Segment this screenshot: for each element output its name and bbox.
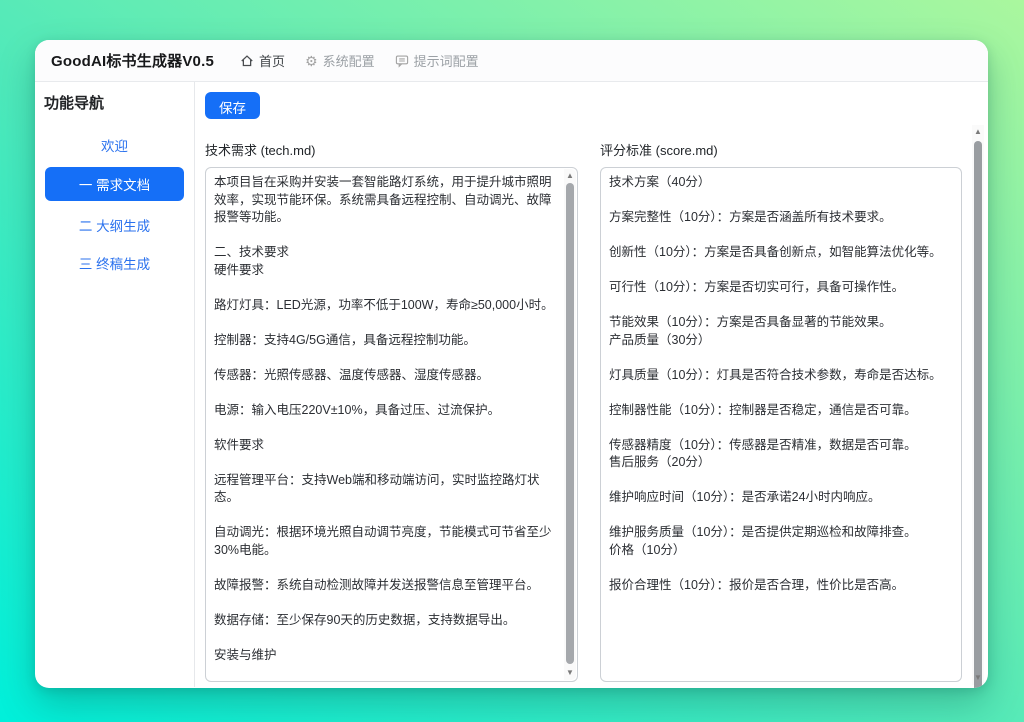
sidebar-item-outline[interactable]: 二 大纲生成: [35, 213, 194, 237]
score-column: 评分标准 (score.md) 技术方案（40分） 方案完整性（10分）：方案是…: [600, 140, 962, 682]
scroll-up-icon[interactable]: ▲: [564, 169, 576, 183]
app-window: GoodAI标书生成器V0.5 首页 ⚙ 系统配置 提示词配置 功能导航 欢迎 …: [35, 40, 988, 688]
scroll-down-icon[interactable]: ▼: [564, 666, 576, 680]
scrollbar-thumb[interactable]: [566, 183, 574, 664]
nav-home-label: 首页: [259, 54, 286, 69]
nav-prompt-config-label: 提示词配置: [413, 54, 479, 69]
tech-editor-label: 技术需求 (tech.md): [205, 143, 316, 158]
prompt-icon: [395, 54, 409, 68]
nav-home[interactable]: 首页: [240, 51, 285, 70]
nav-prompt-config[interactable]: 提示词配置: [395, 51, 479, 70]
app-title: GoodAI标书生成器V0.5: [51, 53, 215, 70]
scroll-down-icon[interactable]: ▼: [972, 671, 984, 685]
scroll-up-icon[interactable]: ▲: [972, 125, 984, 139]
sidebar-item-welcome[interactable]: 欢迎: [35, 133, 194, 157]
top-nav: 首页 ⚙ 系统配置 提示词配置: [240, 51, 479, 70]
tech-textarea[interactable]: 本项目旨在采购并安装一套智能路灯系统，用于提升城市照明效率，实现节能环保。系统需…: [205, 167, 578, 682]
score-textarea[interactable]: 技术方案（40分） 方案完整性（10分）：方案是否涵盖所有技术要求。 创新性（1…: [600, 167, 962, 682]
tech-textarea-scrollbar[interactable]: ▲ ▼: [564, 169, 576, 680]
nav-system-config-label: 系统配置: [322, 54, 375, 69]
sidebar: 功能导航 欢迎 一 需求文档 二 大纲生成 三 终稿生成: [35, 82, 195, 687]
nav-system-config[interactable]: ⚙ 系统配置: [305, 51, 375, 70]
score-textarea-text: 技术方案（40分） 方案完整性（10分）：方案是否涵盖所有技术要求。 创新性（1…: [609, 175, 942, 592]
sidebar-item-requirements[interactable]: 一 需求文档: [45, 167, 184, 201]
score-editor-label: 评分标准 (score.md): [600, 143, 718, 158]
sidebar-nav: 欢迎 一 需求文档 二 大纲生成 三 终稿生成: [35, 133, 194, 275]
app-header: GoodAI标书生成器V0.5 首页 ⚙ 系统配置 提示词配置: [35, 40, 988, 82]
editor-columns: 技术需求 (tech.md) 本项目旨在采购并安装一套智能路灯系统，用于提升城市…: [205, 140, 988, 682]
scrollbar-thumb[interactable]: [974, 141, 982, 688]
tech-textarea-text: 本项目旨在采购并安装一套智能路灯系统，用于提升城市照明效率，实现节能环保。系统需…: [214, 175, 554, 662]
sidebar-item-final-draft[interactable]: 三 终稿生成: [35, 251, 194, 275]
sidebar-title: 功能导航: [44, 95, 105, 112]
main-area: 保存 技术需求 (tech.md) 本项目旨在采购并安装一套智能路灯系统，用于提…: [195, 82, 988, 687]
tech-column: 技术需求 (tech.md) 本项目旨在采购并安装一套智能路灯系统，用于提升城市…: [205, 140, 578, 682]
save-button[interactable]: 保存: [205, 92, 260, 119]
page-scrollbar[interactable]: ▲ ▼: [972, 125, 984, 688]
content-row: 功能导航 欢迎 一 需求文档 二 大纲生成 三 终稿生成 保存 技术需求 (te…: [35, 82, 988, 688]
home-icon: [240, 54, 254, 68]
gear-icon: ⚙: [305, 52, 318, 69]
